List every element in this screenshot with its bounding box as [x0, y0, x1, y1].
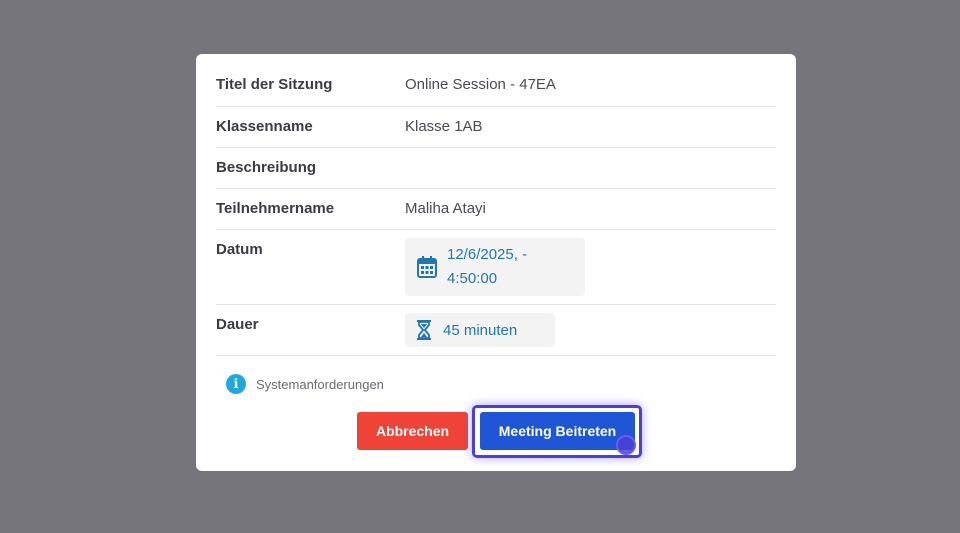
row-participant: Teilnehmername Maliha Atayi — [216, 189, 776, 230]
system-requirements-label: Systemanforderungen — [256, 376, 384, 392]
class-name-value: Klasse 1AB — [405, 118, 483, 135]
session-title-value: Online Session - 47EA — [405, 76, 556, 93]
system-requirements-link[interactable]: i Systemanforderungen — [226, 374, 384, 394]
session-details-dialog: Titel der Sitzung Online Session - 47EA … — [196, 54, 796, 471]
date-line-2: 4:50:00 — [447, 270, 498, 287]
participant-value: Maliha Atayi — [405, 200, 486, 217]
participant-label: Teilnehmername — [216, 200, 335, 217]
row-duration: Dauer 45 minuten — [216, 305, 776, 356]
class-name-label: Klassenname — [216, 118, 313, 135]
duration-value: 45 minuten — [443, 321, 518, 339]
hourglass-icon — [417, 320, 431, 340]
row-class-name: Klassenname Klasse 1AB — [216, 107, 776, 148]
row-date: Datum 12/6/2025, - 4:50:00 — [216, 230, 776, 305]
duration-label: Dauer — [216, 316, 259, 333]
date-pill: 12/6/2025, - 4:50:00 — [405, 238, 585, 296]
duration-pill: 45 minuten — [405, 313, 555, 347]
session-title-label: Titel der Sitzung — [216, 76, 333, 93]
cancel-button[interactable]: Abbrechen — [357, 412, 468, 450]
join-meeting-button[interactable]: Meeting Beitreten — [480, 412, 635, 450]
info-icon: i — [226, 374, 246, 394]
calendar-icon — [417, 256, 437, 278]
description-label: Beschreibung — [216, 159, 317, 176]
date-line-1: 12/6/2025, - — [447, 246, 528, 263]
date-label: Datum — [216, 241, 263, 258]
row-description: Beschreibung — [216, 148, 776, 189]
row-session-title: Titel der Sitzung Online Session - 47EA — [216, 54, 776, 107]
mouse-cursor — [616, 435, 636, 455]
